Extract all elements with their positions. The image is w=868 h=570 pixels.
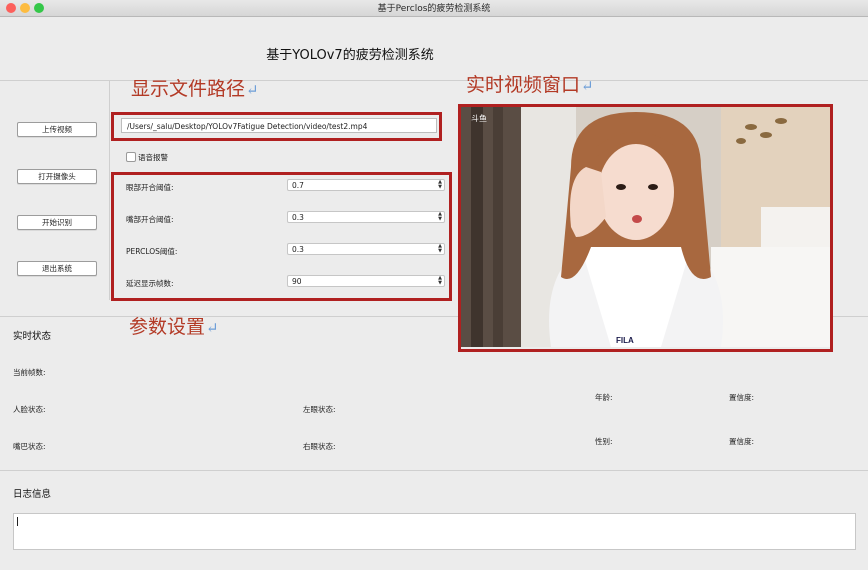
upload-video-button[interactable]: 上传视频 bbox=[17, 122, 97, 137]
eye-threshold-spinbox[interactable]: 0.7 ▲ ▼ bbox=[287, 179, 445, 191]
log-section-title: 日志信息 bbox=[13, 489, 52, 500]
annotation-path: 显示文件路径↵ bbox=[131, 78, 259, 100]
window-titlebar: 基于Perclos的疲劳检测系统 bbox=[0, 0, 868, 17]
video-frame: FILA 斗鱼 bbox=[461, 107, 830, 347]
voice-alarm-label: 语音报警 bbox=[138, 153, 168, 162]
face-state-label: 人脸状态: bbox=[13, 405, 46, 414]
sidebar-divider bbox=[109, 80, 110, 300]
left-eye-label: 左眼状态: bbox=[303, 405, 336, 414]
current-frame-label: 当前帧数: bbox=[13, 368, 46, 377]
text-cursor bbox=[17, 517, 18, 526]
perclos-threshold-spinbox[interactable]: 0.3 ▲ ▼ bbox=[287, 243, 445, 255]
spin-arrows-icon[interactable]: ▲ ▼ bbox=[438, 276, 442, 286]
spin-arrows-icon[interactable]: ▲ ▼ bbox=[438, 244, 442, 254]
annotation-video: 实时视频窗口↵ bbox=[466, 74, 594, 96]
file-path-field[interactable]: /Users/_salu/Desktop/YOLOv7Fatigue Detec… bbox=[121, 118, 437, 133]
delay-frames-value: 90 bbox=[292, 277, 302, 286]
age-label: 年龄: bbox=[595, 393, 613, 402]
video-frame-image: FILA 斗鱼 bbox=[461, 107, 830, 347]
video-watermark: 斗鱼 bbox=[471, 113, 487, 123]
spin-arrows-icon[interactable]: ▲ ▼ bbox=[438, 212, 442, 222]
voice-alarm-checkbox[interactable] bbox=[126, 152, 136, 162]
app-title: 基于YOLOv7的疲劳检测系统 bbox=[266, 48, 434, 63]
mouth-threshold-label: 嘴部开合阈值: bbox=[126, 215, 174, 224]
annotation-params: 参数设置↵ bbox=[129, 316, 219, 338]
video-brand-text: FILA bbox=[616, 336, 634, 345]
delay-frames-spinbox[interactable]: 90 ▲ ▼ bbox=[287, 275, 445, 287]
mouth-threshold-value: 0.3 bbox=[292, 213, 304, 222]
gender-confidence-label: 置信度: bbox=[729, 437, 755, 446]
right-eye-label: 右眼状态: bbox=[303, 442, 336, 451]
start-detect-button[interactable]: 开始识别 bbox=[17, 215, 97, 230]
log-divider bbox=[0, 470, 868, 471]
mouth-state-label: 嘴巴状态: bbox=[13, 442, 46, 451]
gender-label: 性别: bbox=[595, 437, 613, 446]
spin-arrows-icon[interactable]: ▲ ▼ bbox=[438, 180, 442, 190]
perclos-threshold-label: PERCLOS阈值: bbox=[126, 247, 178, 256]
eye-threshold-value: 0.7 bbox=[292, 181, 304, 190]
status-section-title: 实时状态 bbox=[13, 331, 52, 342]
eye-threshold-label: 眼部开合阈值: bbox=[126, 183, 174, 192]
perclos-threshold-value: 0.3 bbox=[292, 245, 304, 254]
delay-frames-label: 延迟显示帧数: bbox=[126, 279, 174, 288]
window-title: 基于Perclos的疲劳检测系统 bbox=[377, 4, 491, 14]
mouth-threshold-spinbox[interactable]: 0.3 ▲ ▼ bbox=[287, 211, 445, 223]
age-confidence-label: 置信度: bbox=[729, 393, 755, 402]
exit-button[interactable]: 退出系统 bbox=[17, 261, 97, 276]
log-textarea[interactable] bbox=[13, 513, 856, 550]
open-camera-button[interactable]: 打开摄像头 bbox=[17, 169, 97, 184]
